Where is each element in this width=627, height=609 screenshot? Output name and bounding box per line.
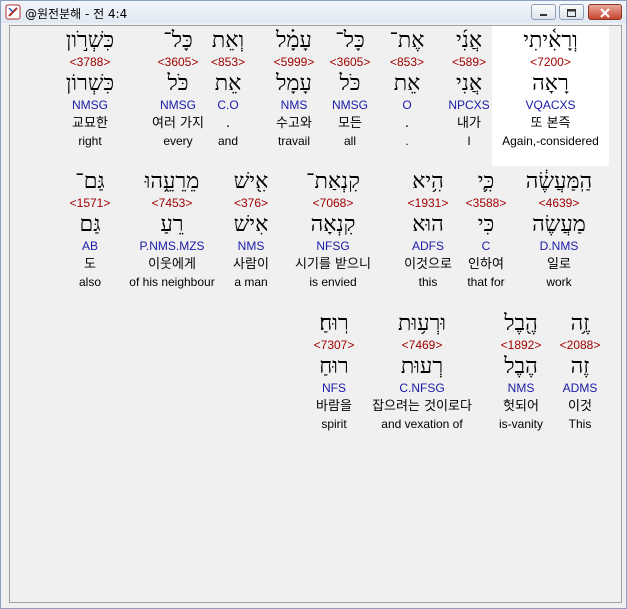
- morphology-code: NMSG: [72, 98, 108, 112]
- hebrew-lemma: רוּחַ: [319, 354, 349, 379]
- morphology-code: NFS: [322, 381, 346, 395]
- korean-gloss: 도: [84, 257, 96, 272]
- app-logo-icon: [5, 4, 21, 20]
- word-analysis-panel: וְרָאִ֫יתִי <7200> רָאָה VQACXS 또 본즉 Again,-c…: [9, 25, 622, 603]
- korean-gloss: 바람을: [316, 399, 352, 414]
- word-cell[interactable]: רֽוּחַ׃ <7307> רוּחַ NFS 바람을 spirit: [264, 311, 404, 432]
- hebrew-word: כִּשְׁרֹ֣ון: [65, 28, 115, 53]
- word-cell[interactable]: גַּם־ <1571> גַּם AB 도 also: [20, 169, 160, 290]
- close-button[interactable]: [588, 4, 622, 20]
- english-gloss: also: [78, 275, 101, 289]
- title-bar[interactable]: @원전분해 - 전 4:4: [1, 1, 626, 23]
- strong-number: <3788>: [69, 55, 111, 69]
- app-window: @원전분해 - 전 4:4 וְרָאִ֫יתִי <7200> רָאָה VQAC…: [0, 0, 627, 609]
- minimize-icon: [540, 14, 547, 16]
- korean-gloss: 교묘한: [72, 116, 108, 131]
- english-gloss: spirit: [321, 417, 347, 431]
- morphology-code: AB: [81, 239, 98, 253]
- maximize-icon: [567, 9, 576, 17]
- close-icon: [600, 8, 610, 18]
- hebrew-lemma: כִּשְׁרוֹן: [65, 71, 115, 96]
- minimize-button[interactable]: [531, 4, 556, 20]
- strong-number: <7307>: [313, 338, 355, 352]
- hebrew-word: רֽוּחַ׃: [319, 311, 349, 336]
- maximize-button[interactable]: [559, 4, 584, 20]
- word-cell[interactable]: כִּשְׁרֹ֣ון <3788> כִּשְׁרוֹן NMSG 교묘한 right: [20, 28, 160, 149]
- hebrew-lemma: גַּם: [79, 212, 101, 237]
- strong-number: <1571>: [69, 196, 111, 210]
- window-title: @원전분해 - 전 4:4: [25, 7, 128, 21]
- hebrew-word: גַּם־: [75, 169, 105, 194]
- english-gloss: right: [78, 134, 102, 148]
